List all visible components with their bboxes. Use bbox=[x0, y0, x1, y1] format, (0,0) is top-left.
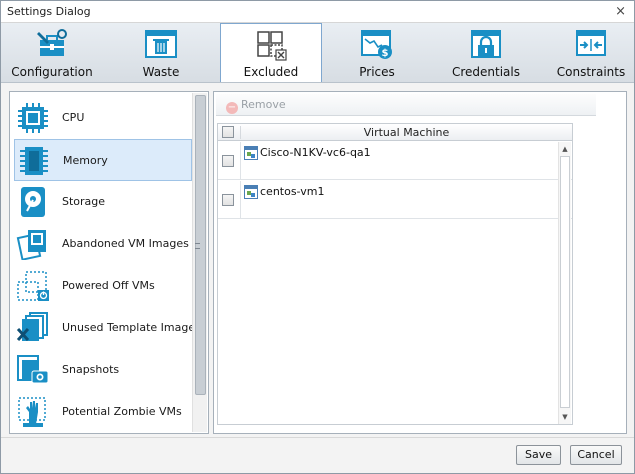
tab-label: Excluded bbox=[243, 65, 299, 79]
title-bar: Settings Dialog × bbox=[1, 1, 634, 23]
svg-text:$: $ bbox=[382, 48, 389, 59]
trash-window-icon bbox=[145, 30, 177, 58]
grid-toolbar: − Remove bbox=[216, 94, 596, 116]
tab-label: Credentials bbox=[451, 65, 520, 79]
category-label: CPU bbox=[62, 111, 85, 124]
category-label: Memory bbox=[63, 154, 108, 167]
prices-chart-icon: $ bbox=[361, 30, 392, 59]
category-cpu[interactable]: CPU bbox=[14, 97, 192, 139]
excluded-items-panel: − Remove Virtual Machine Cisco-N1KV-vc6-q… bbox=[213, 91, 627, 434]
lock-icon bbox=[471, 30, 501, 58]
scrollbar-grip-icon bbox=[195, 243, 200, 249]
category-label: Abandoned VM Images bbox=[62, 237, 189, 250]
category-label: Powered Off VMs bbox=[62, 279, 155, 292]
table-row[interactable]: Cisco-N1KV-vc6-qa1 bbox=[218, 142, 572, 180]
memory-module-icon bbox=[20, 147, 48, 175]
snapshot-camera-icon bbox=[17, 355, 49, 384]
category-list: CPU Memory Storage Abandoned VM Images P… bbox=[9, 91, 209, 434]
tab-constraints[interactable]: Constraints bbox=[550, 23, 632, 82]
category-label: Unused Template Images bbox=[62, 321, 201, 334]
cpu-chip-icon bbox=[18, 103, 48, 133]
tab-label: Waste bbox=[142, 65, 180, 79]
vm-name: centos-vm1 bbox=[260, 185, 325, 198]
zombie-hand-icon bbox=[18, 397, 46, 427]
virtual-machine-grid: Virtual Machine Cisco-N1KV-vc6-qa1 cento… bbox=[217, 123, 573, 425]
virtual-machine-icon bbox=[244, 146, 258, 160]
select-all-checkbox[interactable] bbox=[222, 126, 234, 141]
settings-tab-bar: Configuration Waste Excluded $ Prices Cr… bbox=[1, 23, 634, 83]
remove-label: Remove bbox=[241, 98, 286, 111]
virtual-machine-icon bbox=[244, 185, 258, 199]
vm-name: Cisco-N1KV-vc6-qa1 bbox=[260, 146, 371, 159]
remove-icon: − bbox=[226, 102, 238, 114]
category-unused-template-images[interactable]: Unused Template Images bbox=[14, 307, 201, 349]
category-abandoned-vm-images[interactable]: Abandoned VM Images bbox=[14, 223, 192, 265]
tab-label: Configuration bbox=[11, 65, 93, 79]
grid-header: Virtual Machine bbox=[218, 124, 572, 141]
abandoned-images-icon bbox=[16, 230, 46, 260]
powered-off-icon bbox=[17, 271, 49, 301]
category-label: Storage bbox=[62, 195, 106, 208]
grid-scrollbar[interactable]: ▲ ▼ bbox=[558, 142, 571, 424]
scroll-down-icon[interactable]: ▼ bbox=[560, 412, 570, 422]
close-icon[interactable]: × bbox=[615, 4, 626, 19]
remove-button[interactable]: − Remove bbox=[226, 98, 286, 114]
constraints-icon bbox=[576, 30, 606, 56]
tab-credentials[interactable]: Credentials bbox=[434, 23, 538, 82]
tab-excluded[interactable]: Excluded bbox=[220, 23, 322, 82]
settings-dialog: Settings Dialog × Configuration Waste Ex… bbox=[0, 0, 635, 474]
tab-label: Prices bbox=[359, 65, 395, 79]
scrollbar-thumb[interactable] bbox=[560, 156, 570, 408]
category-storage[interactable]: Storage bbox=[14, 181, 192, 223]
tab-label: Constraints bbox=[556, 65, 626, 79]
dialog-footer: Save Cancel bbox=[1, 437, 634, 473]
category-label: Potential Zombie VMs bbox=[62, 405, 182, 418]
excluded-grid-icon bbox=[257, 31, 287, 61]
category-list-scrollbar[interactable] bbox=[192, 93, 207, 432]
category-potential-zombie-vms[interactable]: Potential Zombie VMs bbox=[14, 391, 192, 433]
column-header-virtual-machine[interactable]: Virtual Machine bbox=[240, 126, 572, 139]
category-snapshots[interactable]: Snapshots bbox=[14, 349, 192, 391]
category-powered-off-vms[interactable]: Powered Off VMs bbox=[14, 265, 192, 307]
unused-template-icon bbox=[16, 312, 48, 342]
scroll-up-icon[interactable]: ▲ bbox=[560, 144, 570, 154]
tab-waste[interactable]: Waste bbox=[109, 23, 213, 82]
table-row[interactable]: centos-vm1 bbox=[218, 181, 572, 219]
tab-prices[interactable]: $ Prices bbox=[329, 23, 425, 82]
row-checkbox[interactable] bbox=[222, 155, 234, 170]
save-button[interactable]: Save bbox=[516, 445, 561, 465]
dialog-title: Settings Dialog bbox=[7, 5, 91, 18]
cancel-button[interactable]: Cancel bbox=[570, 445, 622, 465]
row-checkbox[interactable] bbox=[222, 194, 234, 209]
configuration-icon bbox=[37, 29, 67, 56]
tab-configuration[interactable]: Configuration bbox=[3, 23, 101, 82]
category-memory[interactable]: Memory bbox=[14, 139, 192, 181]
category-label: Snapshots bbox=[62, 363, 120, 376]
storage-disk-icon bbox=[21, 187, 45, 217]
